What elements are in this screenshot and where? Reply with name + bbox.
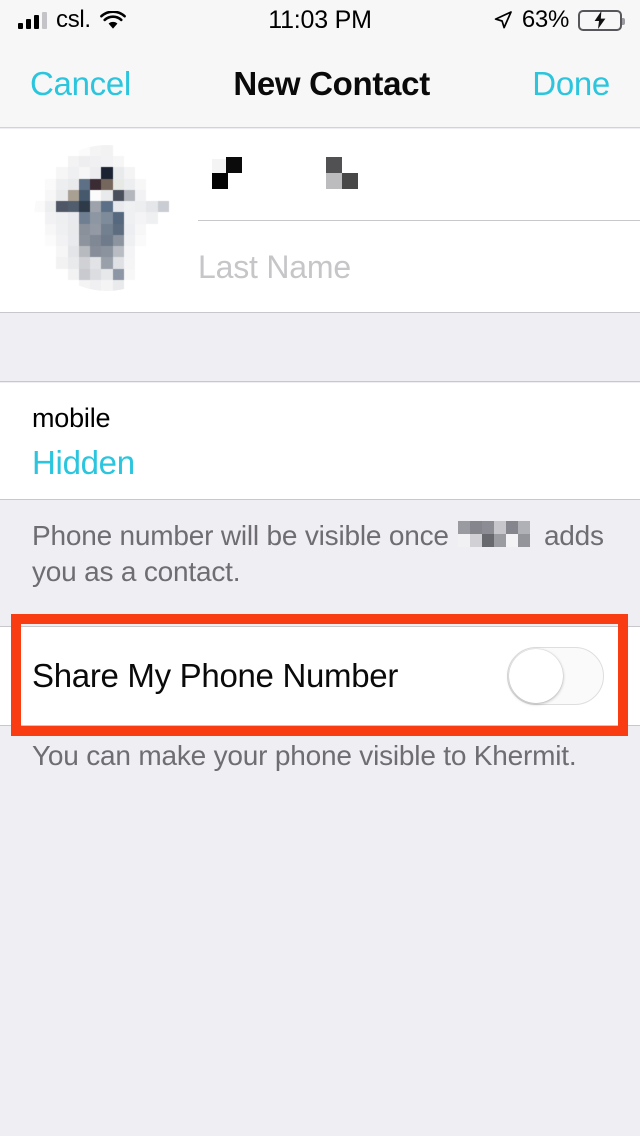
wifi-icon [99,10,126,30]
toggle-knob [509,649,563,703]
contact-name-section: Last Name [0,129,640,313]
done-button[interactable]: Done [532,65,610,103]
share-phone-note: You can make your phone visible to Kherm… [32,740,577,771]
section-gap [0,314,640,382]
last-name-field[interactable]: Last Name [198,221,640,313]
carrier-label: csl. [56,6,91,33]
cancel-button[interactable]: Cancel [30,65,131,103]
redacted-contact-name [458,519,534,549]
name-fields-group: Last Name [198,129,640,313]
last-name-placeholder: Last Name [198,248,351,285]
status-bar: csl. 11:03 PM 63% [0,0,640,40]
phone-visibility-note-before: Phone number will be visible once [32,520,449,551]
share-my-phone-number-label: Share My Phone Number [32,657,399,694]
page-title: New Contact [233,64,430,102]
share-my-phone-number-toggle[interactable] [507,647,604,705]
phone-number-value[interactable]: Hidden [32,443,640,483]
phone-number-row[interactable]: mobile Hidden [0,383,640,500]
contact-photo-avatar[interactable] [34,145,180,291]
share-my-phone-number-row[interactable]: Share My Phone Number [0,626,640,726]
location-arrow-icon [493,10,513,30]
empty-area [0,780,640,1136]
contacts-new-contact-screen: csl. 11:03 PM 63% Cancel New Contact Don… [0,0,640,1136]
battery-percent-label: 63% [521,6,569,33]
battery-charging-icon [578,9,625,31]
phone-visibility-note: Phone number will be visible once adds y… [0,510,640,590]
phone-type-label: mobile [32,403,111,433]
first-name-field[interactable] [198,129,640,221]
signal-bars-icon [18,11,47,29]
status-bar-left: csl. [18,6,268,34]
navigation-bar: Cancel New Contact Done [0,40,640,128]
first-name-redacted-value [198,155,358,195]
status-bar-right: 63% [372,6,625,34]
status-bar-clock: 11:03 PM [268,5,372,34]
